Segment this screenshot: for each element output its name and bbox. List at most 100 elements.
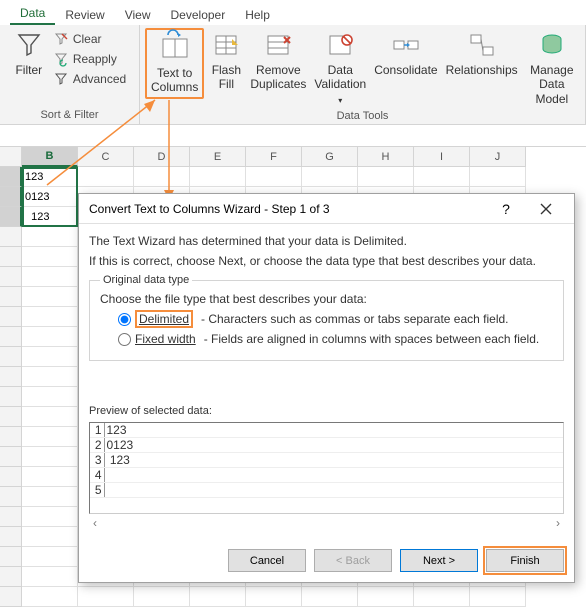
relationships-button[interactable]: Relationships [442,27,522,79]
cell[interactable] [22,527,78,547]
radio-fixed-width[interactable] [118,333,131,346]
consolidate-button[interactable]: Consolidate [370,27,441,79]
cell[interactable] [22,427,78,447]
clear-button[interactable]: Clear [53,29,126,49]
tab-review[interactable]: Review [55,4,114,25]
remove-duplicates-button[interactable]: Remove Duplicates [246,27,310,94]
next-button[interactable]: Next > [400,549,478,572]
cell[interactable] [470,587,526,607]
help-button[interactable]: ? [486,195,526,223]
scroll-right[interactable]: › [556,516,560,530]
cell[interactable]: 123 [22,207,78,227]
col-header-j[interactable]: J [470,147,526,167]
row-header[interactable] [0,527,22,547]
data-validation-button[interactable]: Data Validation ▾ [310,27,370,108]
cell[interactable] [78,167,134,187]
row-header[interactable] [0,467,22,487]
manage-data-model-button[interactable]: Manage Data Model [522,27,582,108]
row-header[interactable] [0,567,22,587]
scroll-left[interactable]: ‹ [93,516,97,530]
row-header[interactable] [0,487,22,507]
cell[interactable] [22,507,78,527]
cell[interactable] [22,487,78,507]
cell[interactable] [134,587,190,607]
formula-bar[interactable] [0,125,586,147]
filter-button[interactable]: Filter [9,27,49,79]
cell[interactable] [246,167,302,187]
row-header[interactable] [0,247,22,267]
cell[interactable] [22,547,78,567]
cell[interactable] [302,167,358,187]
col-header-h[interactable]: H [358,147,414,167]
row-header[interactable] [0,307,22,327]
tab-data[interactable]: Data [10,2,55,25]
radio-delimited-label[interactable]: Delimited [135,310,193,328]
cell[interactable] [22,247,78,267]
row-header[interactable] [0,267,22,287]
row-header[interactable] [0,507,22,527]
tab-developer[interactable]: Developer [161,4,236,25]
cell[interactable] [78,587,134,607]
cell[interactable] [470,167,526,187]
row-header[interactable] [0,207,22,227]
flash-fill-button[interactable]: Flash Fill [206,27,246,94]
cell[interactable] [414,167,470,187]
cell[interactable] [22,287,78,307]
row-header[interactable] [0,287,22,307]
col-header-e[interactable]: E [190,147,246,167]
cell[interactable] [22,587,78,607]
cell[interactable] [22,327,78,347]
row-header[interactable] [0,447,22,467]
row-header[interactable] [0,547,22,567]
col-header-b[interactable]: B [22,147,78,167]
col-header-i[interactable]: I [414,147,470,167]
cell[interactable] [302,587,358,607]
cell[interactable] [22,227,78,247]
cell[interactable] [22,387,78,407]
cell[interactable] [190,167,246,187]
advanced-button[interactable]: Advanced [53,69,126,89]
cell[interactable] [22,467,78,487]
cancel-button[interactable]: Cancel [228,549,306,572]
col-header-c[interactable]: C [78,147,134,167]
radio-delimited[interactable] [118,313,131,326]
row-header[interactable] [0,407,22,427]
cell[interactable] [22,347,78,367]
col-header-f[interactable]: F [246,147,302,167]
row-header[interactable] [0,427,22,447]
reapply-button[interactable]: Reapply [53,49,126,69]
row-header[interactable] [0,587,22,607]
tab-view[interactable]: View [115,4,161,25]
radio-fixed-width-label[interactable]: Fixed width [135,332,196,346]
row-header[interactable] [0,347,22,367]
cell[interactable] [190,587,246,607]
row-header[interactable] [0,227,22,247]
row-header[interactable] [0,187,22,207]
cell[interactable] [22,567,78,587]
cell[interactable] [22,367,78,387]
select-all-corner[interactable] [0,147,22,167]
cell[interactable] [22,267,78,287]
tab-help[interactable]: Help [235,4,280,25]
row-header[interactable] [0,367,22,387]
col-header-g[interactable]: G [302,147,358,167]
cell[interactable] [22,447,78,467]
text-to-columns-button[interactable]: Text to Columns [145,28,204,99]
row-header[interactable] [0,167,22,187]
row-header[interactable] [0,327,22,347]
preview-box[interactable]: 1123201233 12345 [89,422,564,514]
cell[interactable] [358,587,414,607]
cell[interactable] [134,167,190,187]
col-header-d[interactable]: D [134,147,190,167]
finish-button[interactable]: Finish [486,549,564,572]
cell[interactable] [246,587,302,607]
cell[interactable] [358,167,414,187]
cell[interactable] [22,307,78,327]
cell[interactable] [22,407,78,427]
close-button[interactable] [526,195,566,223]
cell[interactable] [414,587,470,607]
back-button[interactable]: < Back [314,549,392,572]
cell[interactable]: 123 [22,167,78,187]
cell[interactable]: 0123 [22,187,78,207]
row-header[interactable] [0,387,22,407]
